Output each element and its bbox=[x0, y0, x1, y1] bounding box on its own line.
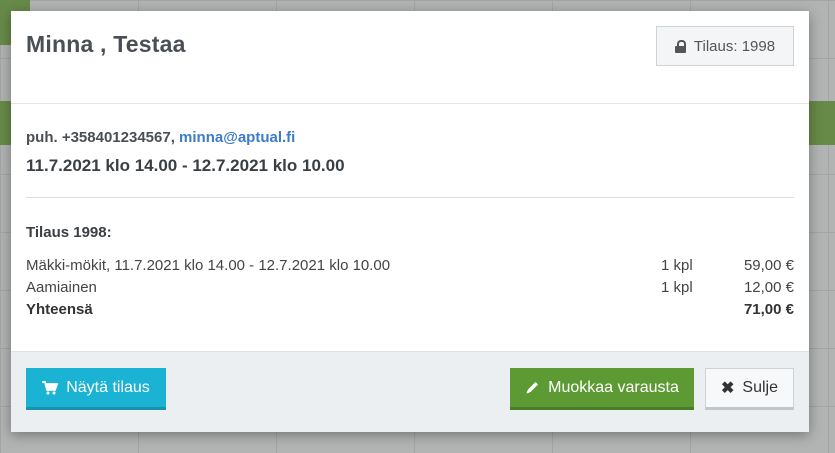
modal-body: puh. +358401234567, minna@aptual.fi 11.7… bbox=[11, 129, 809, 320]
order-line: Mäkki-mökit, 11.7.2021 klo 14.00 - 12.7.… bbox=[26, 254, 794, 276]
order-line-quantity: 1 kpl bbox=[661, 278, 693, 296]
booking-dates: 11.7.2021 klo 14.00 - 12.7.2021 klo 10.0… bbox=[26, 156, 345, 175]
email-link[interactable]: minna@aptual.fi bbox=[179, 129, 295, 146]
order-total-price: 71,00 € bbox=[743, 300, 794, 318]
order-line-quantity: 1 kpl bbox=[661, 256, 693, 274]
order-line-description: Aamiainen bbox=[26, 278, 97, 296]
order-line: Aamiainen 1 kpl 12,00 € bbox=[26, 276, 794, 298]
divider bbox=[26, 197, 794, 198]
show-order-button[interactable]: Näytä tilaus bbox=[26, 368, 166, 410]
order-total-row: Yhteensä 71,00 € bbox=[26, 298, 794, 320]
order-number-badge: Tilaus: 1998 bbox=[656, 26, 794, 66]
contact-line: puh. +358401234567, minna@aptual.fi bbox=[26, 129, 794, 146]
pencil-icon bbox=[526, 382, 539, 394]
order-lines: Mäkki-mökit, 11.7.2021 klo 14.00 - 12.7.… bbox=[26, 254, 794, 320]
close-label: Sulje bbox=[742, 379, 778, 396]
phone-text: puh. +358401234567, bbox=[26, 129, 180, 146]
lock-icon bbox=[674, 39, 686, 53]
modal-footer: Näytä tilaus Muokkaa varausta ✖ Sulje bbox=[11, 351, 809, 432]
booking-modal: Minna , Testaa Tilaus: 1998 puh. +358401… bbox=[11, 11, 809, 432]
edit-booking-button[interactable]: Muokkaa varausta bbox=[510, 368, 694, 410]
modal-header: Minna , Testaa Tilaus: 1998 bbox=[11, 11, 809, 104]
order-line-price: 59,00 € bbox=[743, 256, 794, 274]
order-title: Tilaus 1998: bbox=[26, 224, 112, 241]
order-line-description: Mäkki-mökit, 11.7.2021 klo 14.00 - 12.7.… bbox=[26, 256, 391, 274]
edit-booking-label: Muokkaa varausta bbox=[548, 378, 679, 396]
close-icon: ✖ bbox=[721, 380, 735, 397]
show-order-label: Näytä tilaus bbox=[66, 378, 150, 396]
order-line-price: 12,00 € bbox=[743, 278, 794, 296]
order-total-label: Yhteensä bbox=[26, 300, 93, 318]
customer-name-title: Minna , Testaa bbox=[26, 31, 186, 57]
order-badge-label: Tilaus: 1998 bbox=[693, 37, 776, 55]
shopping-cart-icon bbox=[42, 380, 59, 394]
close-button[interactable]: ✖ Sulje bbox=[705, 368, 794, 410]
